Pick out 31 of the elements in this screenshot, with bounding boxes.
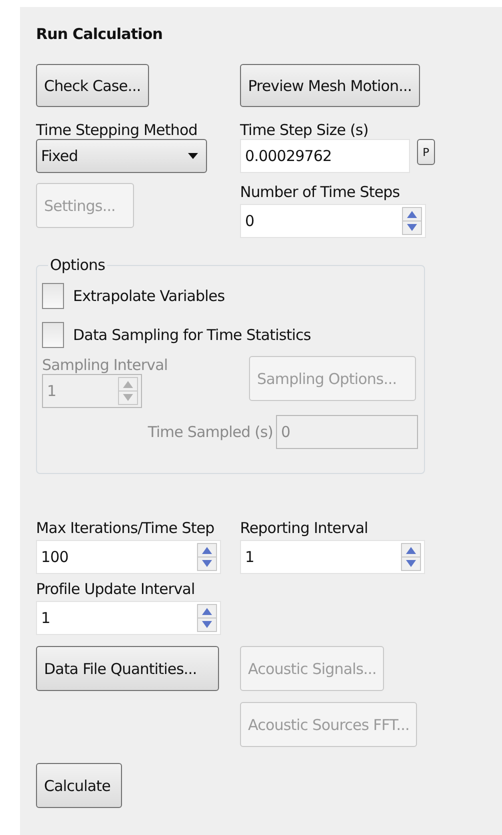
caret-icon [188,153,198,159]
field-label: Profile Update Interval [36,580,195,598]
field-label: Time Step Size (s) [240,121,368,139]
field-label: Time Stepping Method [36,121,198,139]
number-field[interactable]: 1 [36,601,221,635]
field-label: Sampling Interval [42,356,168,374]
number-field[interactable]: 0 [240,204,426,238]
method-dropdown[interactable]: Fixed [36,139,207,173]
stepper-icon[interactable] [402,207,422,235]
calculate-button[interactable]: Calculate [36,763,122,808]
checkbox-label: Data Sampling for Time Statistics [73,326,311,344]
group-title: Options [49,256,106,274]
checkbox-label: Extrapolate Variables [73,286,225,304]
preview-mesh-button[interactable]: Preview Mesh Motion... [240,64,420,107]
check-case-button[interactable]: Check Case... [36,64,149,107]
checkbox[interactable] [42,322,64,348]
section-title: Run Calculation [36,25,164,45]
data-file-button[interactable]: Data File Quantities... [36,646,219,691]
number-field[interactable]: 1 [240,540,425,574]
text-field[interactable]: 0.00029762 [240,139,410,173]
field-label: Time Sampled (s) [148,423,273,441]
parameter-button[interactable]: P [417,139,435,165]
field-label: Number of Time Steps [240,183,400,201]
stepper-icon[interactable] [401,543,421,571]
checkbox[interactable] [42,282,64,308]
field-label: Reporting Interval [240,519,368,537]
stepper-icon[interactable] [197,604,217,632]
stepper-icon[interactable] [197,543,217,571]
field-label: Max Iterations/Time Step [36,519,214,537]
number-field[interactable]: 100 [36,540,221,574]
dropdown-value: Fixed [41,147,78,165]
